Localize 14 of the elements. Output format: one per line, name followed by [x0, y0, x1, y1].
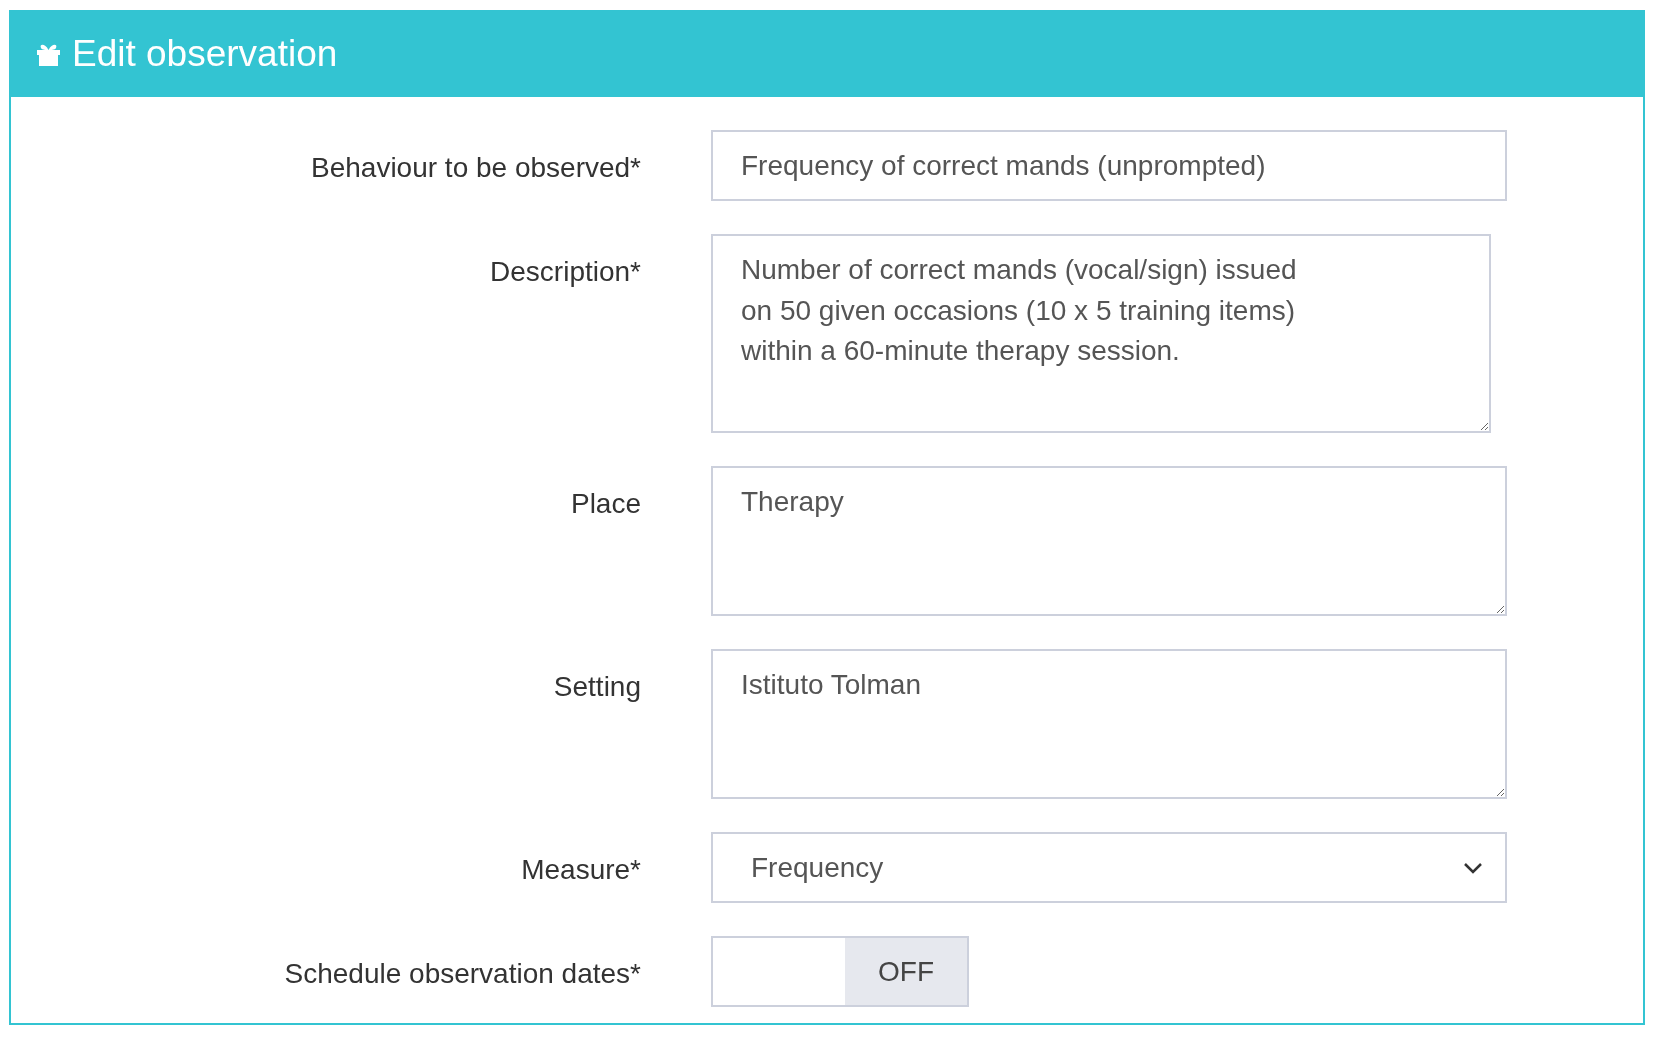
toggle-switch[interactable]: OFF [711, 936, 969, 1007]
text-field[interactable]: Frequency of correct mands (unprompted) [711, 130, 1507, 201]
field-label: Place [569, 487, 641, 521]
field-label: Description* [489, 255, 641, 289]
field-label: Behaviour to be observed* [310, 151, 641, 185]
chevron-down-icon [1463, 861, 1483, 874]
field-label: Measure* [520, 853, 641, 887]
field-label: Setting [552, 670, 641, 704]
select-field[interactable]: Frequency [711, 832, 1507, 903]
text-area[interactable]: Number of correct mands (vocal/sign) issued on 50 given occasions (10 x 5 training items) within a 60-minute therapy session. [711, 234, 1491, 433]
text-area[interactable]: Therapy [711, 466, 1507, 616]
panel-title: Edit observation [72, 31, 338, 76]
field-label: Schedule observation dates* [283, 957, 641, 991]
text-area[interactable]: Istituto Tolman [711, 649, 1507, 799]
